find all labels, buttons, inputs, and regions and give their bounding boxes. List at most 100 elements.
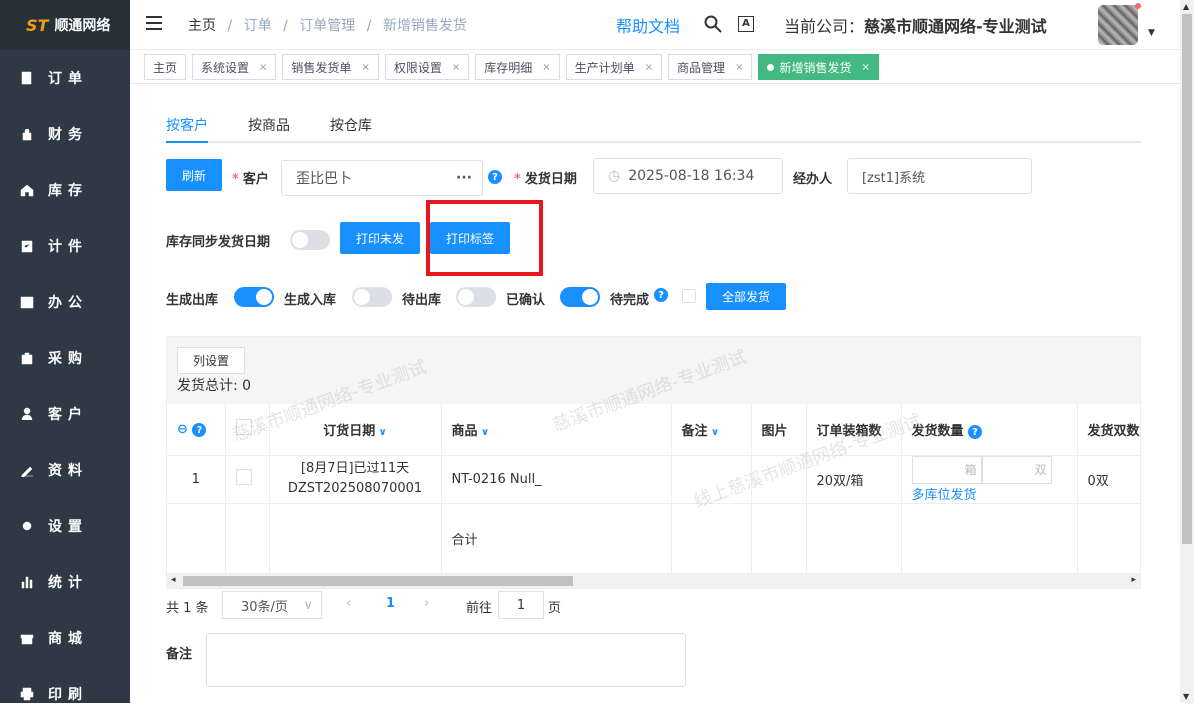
sync-date-switch[interactable] [290, 230, 330, 250]
close-icon[interactable]: × [361, 62, 369, 73]
handler-input[interactable]: [zst1]系统 [847, 158, 1032, 194]
row-checkbox[interactable] [236, 469, 252, 485]
help-icon[interactable]: ? [192, 423, 206, 437]
print-unsent-button[interactable]: 打印未发 [340, 222, 420, 254]
qty-pair-input[interactable]: 双 [982, 456, 1052, 484]
scrollbar-thumb[interactable] [183, 576, 573, 586]
tab-4[interactable]: 库存明细× [475, 54, 559, 80]
page-size-select[interactable]: 30条/页∨ [222, 591, 322, 619]
chevron-down-icon[interactable]: ▼ [1148, 28, 1155, 38]
tab-0[interactable]: 主页 [144, 54, 186, 80]
breadcrumb-home[interactable]: 主页 [188, 18, 216, 34]
breadcrumb-separator: / [227, 18, 232, 34]
gen-in-switch[interactable] [352, 287, 392, 307]
breadcrumb-order-manage[interactable]: 订单管理 [299, 18, 355, 34]
tab-3[interactable]: 权限设置 × [385, 54, 469, 80]
multi-location-link[interactable]: 多库位发货 [912, 484, 1067, 503]
select-all-checkbox[interactable] [236, 419, 252, 435]
app-logo[interactable]: ST顺通网络 [0, 0, 130, 50]
sidebar-item-6[interactable]: 客户 [0, 386, 130, 442]
sidebar-item-label: 订单 [48, 68, 88, 88]
prev-page-icon[interactable]: ‹ [346, 596, 351, 611]
sidebar-item-10[interactable]: 商城 [0, 610, 130, 666]
collapse-icon[interactable]: ⊖ [177, 422, 188, 437]
tab-5[interactable]: 生产计划单× [566, 54, 662, 80]
breadcrumb-order[interactable]: 订单 [244, 18, 272, 34]
column-order-date[interactable]: 订货日期 ∨ [269, 404, 441, 455]
vertical-scrollbar[interactable]: ▲ ▼ [1180, 0, 1194, 703]
tab-7[interactable]: 新增销售发货× [758, 54, 878, 80]
tab-6[interactable]: 商品管理× [668, 54, 752, 80]
column-box-count: 订单装箱数 [806, 404, 901, 455]
gen-out-switch[interactable] [234, 287, 274, 307]
scroll-down-icon[interactable]: ▼ [1183, 692, 1189, 701]
sidebar-item-0[interactable]: 订单 [0, 50, 130, 106]
search-icon[interactable] [704, 15, 722, 37]
close-icon[interactable]: × [452, 62, 460, 73]
sidebar-item-label: 统计 [48, 572, 88, 592]
sidebar-item-9[interactable]: 统计 [0, 554, 130, 610]
sidebar-item-11[interactable]: 印刷 [0, 666, 130, 722]
refresh-button[interactable]: 刷新 [166, 159, 222, 191]
sidebar-item-5[interactable]: 采购 [0, 330, 130, 386]
summary-row: 合计 [167, 503, 1141, 573]
help-icon[interactable]: ? [488, 170, 502, 184]
sidebar-item-7[interactable]: 资料 [0, 442, 130, 498]
more-icon[interactable]: ··· [456, 170, 472, 186]
remarks-label: 备注 [166, 643, 192, 662]
scrollbar-thumb[interactable] [1182, 14, 1192, 544]
breadcrumb: 主页 / 订单 / 订单管理 / 新增销售发货 [188, 15, 467, 35]
sidebar-item-label: 办公 [48, 292, 88, 312]
scroll-up-icon[interactable]: ▲ [1183, 2, 1189, 11]
clipboard-icon [20, 239, 34, 253]
tab-by-product[interactable]: 按商品 [248, 115, 290, 135]
font-size-icon[interactable]: A [738, 16, 754, 32]
close-icon[interactable]: × [735, 62, 743, 73]
column-remark[interactable]: 备注 ∨ [671, 404, 751, 455]
bar-chart-icon [20, 575, 34, 589]
help-docs-link[interactable]: 帮助文档 [616, 13, 680, 37]
sidebar-item-3[interactable]: 计件 [0, 218, 130, 274]
column-product[interactable]: 商品 ∨ [441, 404, 671, 455]
tab-2[interactable]: 销售发货单× [282, 54, 378, 80]
next-page-icon[interactable]: › [424, 596, 429, 611]
sidebar-item-8[interactable]: 设置 [0, 498, 130, 554]
scroll-right-icon[interactable]: ▸ [1131, 575, 1136, 585]
current-page[interactable]: 1 [386, 596, 395, 611]
close-icon[interactable]: × [861, 62, 869, 73]
close-icon[interactable]: × [645, 62, 653, 73]
order-icon [20, 71, 34, 85]
pending-out-label: 待出库 [402, 289, 441, 308]
menu-toggle-icon[interactable] [146, 15, 166, 35]
sidebar-item-1[interactable]: 财务 [0, 106, 130, 162]
tab-label: 权限设置 [394, 59, 442, 76]
horizontal-scrollbar[interactable]: ◂ ▸ [167, 574, 1140, 588]
column-settings-button[interactable]: 列设置 [177, 347, 245, 374]
help-icon[interactable]: ? [968, 425, 982, 439]
tab-1[interactable]: 系统设置× [192, 54, 276, 80]
qty-box-input[interactable]: 箱 [912, 456, 982, 484]
confirmed-switch[interactable] [560, 287, 600, 307]
tab-by-warehouse[interactable]: 按仓库 [330, 115, 372, 135]
ship-all-button[interactable]: 全部发货 [706, 283, 786, 310]
pending-done-checkbox[interactable] [682, 289, 696, 303]
tab-by-customer[interactable]: 按客户 [166, 115, 208, 135]
logo-text: 顺通网络 [54, 15, 110, 35]
ship-date-input[interactable]: ◷2025-08-18 16:34 [593, 158, 783, 194]
goto-input[interactable]: 1 [498, 591, 544, 619]
sidebar-item-4[interactable]: 办公 [0, 274, 130, 330]
scroll-left-icon[interactable]: ◂ [171, 575, 176, 585]
help-icon[interactable]: ? [654, 288, 668, 302]
chevron-down-icon: ∨ [708, 427, 720, 438]
avatar[interactable] [1098, 5, 1138, 45]
confirmed-label: 已确认 [506, 289, 545, 308]
sidebar-item-2[interactable]: 库存 [0, 162, 130, 218]
sidebar-item-label: 印刷 [48, 684, 88, 704]
pending-out-switch[interactable] [456, 287, 496, 307]
customer-input[interactable]: 歪比巴卜··· [281, 160, 483, 196]
sync-date-label: 库存同步发货日期 [166, 231, 270, 250]
close-icon[interactable]: × [542, 62, 550, 73]
column-image: 图片 [751, 404, 806, 455]
close-icon[interactable]: × [259, 62, 267, 73]
remarks-textarea[interactable] [206, 633, 686, 687]
